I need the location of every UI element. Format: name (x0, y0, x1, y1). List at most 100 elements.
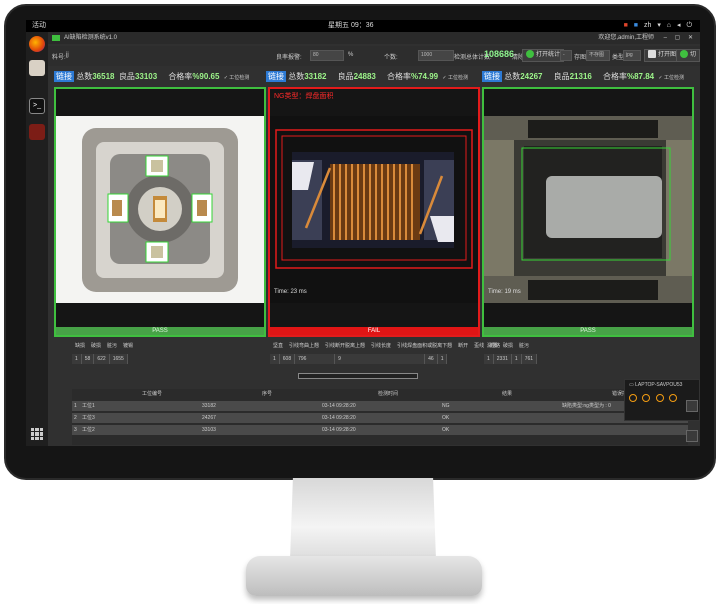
system-tray[interactable]: ■ ■ zh ▾ ⌂ ◂ ⏻ (620, 20, 692, 32)
switch-settings-button[interactable]: 切换设置 (676, 49, 700, 62)
station1-check[interactable]: ✓ 工位检测 (224, 75, 250, 81)
side-share-icon[interactable] (686, 400, 698, 412)
image-type-select[interactable]: jpg (623, 50, 641, 61)
tray-chat-icon[interactable]: ■ (634, 20, 638, 32)
firefox-icon[interactable] (29, 36, 45, 52)
station2-link-tag[interactable]: 链接 (266, 71, 286, 82)
part-value[interactable]: jj (66, 52, 69, 58)
save-image-select[interactable]: 不存图 (586, 50, 610, 61)
station2-check[interactable]: ✓ 工位检测 (442, 75, 468, 81)
station3-camera-view[interactable]: Time: 19 ms (484, 116, 692, 303)
tray-app-icon[interactable]: ■ (624, 20, 628, 32)
table1-header-cell: 缺损 (75, 343, 86, 349)
station2-total: 33182 (304, 72, 327, 81)
table1-cell: 1 (72, 354, 82, 364)
station2-rate: %74.99 (410, 72, 439, 81)
table2-header-cell: 坚直 (273, 343, 284, 349)
rate-unit: % (348, 52, 354, 58)
files-icon[interactable] (29, 60, 45, 76)
clock[interactable]: 星期五 09：36 (328, 20, 374, 32)
tray-lang-arrow[interactable]: ▾ (657, 20, 661, 32)
table1-header: 缺损 破损 脏污 镀锡 (72, 340, 136, 352)
tray-lang[interactable]: zh (644, 20, 651, 32)
recorder-icon[interactable] (29, 124, 45, 140)
horizontal-scrollbar[interactable] (298, 373, 418, 379)
station1-defect-table: 缺损 破损 脏污 镀锡 1 58 622 1655 (72, 340, 262, 370)
log-header-station: 工位编号 (142, 391, 163, 397)
network-icon[interactable]: ⌂ (667, 20, 671, 32)
pointer-icon[interactable] (655, 394, 664, 402)
rate-alarm-label: 良率报警: (276, 55, 302, 61)
station1-good-label: 良品 (118, 72, 135, 81)
table1-header-cell: 破损 (91, 343, 102, 349)
station3-link-tag[interactable]: 链接 (482, 71, 502, 82)
table3-header-cell: 漏镀 (487, 343, 498, 349)
table1-header-cell: 镀锡 (123, 343, 134, 349)
log-header-time: 检测时间 (378, 391, 399, 397)
chat-icon[interactable] (629, 394, 637, 402)
station1-link-tag[interactable]: 链接 (54, 71, 74, 82)
table3-row[interactable]: 1 2331 1 761 (484, 354, 538, 364)
monitor-stand-neck (290, 478, 436, 560)
app-window: AI缺陷检测系统v1.0 欢迎您,admin,工程师 – ▢ ✕ 料号: jj … (48, 32, 700, 446)
log-row[interactable]: 3 工位2 33103 03-14 09:28:20 OK (72, 425, 688, 435)
toolbar: 料号: jj 良率报警: 80 % 个数: 1000 检测总体计数: 10868… (48, 46, 700, 66)
table2-cell: 46 (425, 354, 438, 364)
table1-row[interactable]: 1 58 622 1655 (72, 354, 128, 364)
station1-image (56, 116, 264, 303)
station3-stats: 链接 总数24267 良品21316 合格率%87.84 ✓ 工位检测 (482, 68, 684, 86)
window-controls[interactable]: – ▢ ✕ (664, 32, 696, 44)
stop-icon[interactable] (669, 394, 678, 402)
station2-check-label: 工位检测 (447, 75, 468, 81)
log-row[interactable]: 1 工位1 33182 03-14 09:28:20 NG 缺陷类型:ng类型为… (72, 401, 688, 411)
table3-header: 漏镀 破损 脏污 (484, 340, 532, 352)
log-cell-station: 工位2 (82, 427, 95, 433)
station2-status-bar: FAIL (270, 327, 478, 335)
settings-icon (680, 50, 688, 59)
rate-alarm-input[interactable]: 80 (310, 50, 344, 61)
station2-panel: NG类型：焊盘面积 Time: 23 ms FAIL (268, 87, 480, 337)
volume-icon[interactable]: ◂ (677, 20, 681, 32)
table3-cell: 1 (512, 354, 522, 364)
terminal-icon[interactable]: >_ (29, 98, 45, 114)
table2-header-cell: 引线长度 (371, 343, 392, 349)
part-label: 料号: (52, 55, 66, 61)
table3-cell: 1 (484, 354, 494, 364)
station1-camera-view[interactable] (56, 116, 264, 303)
mode-dropdown[interactable]: - (560, 50, 572, 61)
table2-header-cell: 引线焊盘面积或脱离下翘 (397, 343, 453, 349)
count-input[interactable]: 1000 (418, 50, 454, 61)
table1-cell: 1655 (110, 354, 128, 364)
inspection-log-table: 工位编号 序号 检测时间 结果 错误描述 1 工位1 33182 03-14 0… (72, 389, 688, 445)
stats-icon (526, 50, 534, 59)
activities-button[interactable]: 活动 (32, 20, 46, 32)
table2-header: 坚直 引线弯曲上翘 引线断开脱离上翘 引线长度 引线焊盘面积或脱离下翘 断开 歪线 短路 (270, 340, 503, 352)
computer-icon: ▭ (629, 382, 634, 388)
mic-icon[interactable] (642, 394, 651, 402)
station2-camera-view[interactable]: Time: 23 ms (270, 116, 478, 303)
table2-cell: 9 (335, 354, 426, 364)
table2-header-cell: 断开 (458, 343, 469, 349)
table2-row[interactable]: 1 608 796 9 46 1 (270, 354, 448, 364)
log-cell-seq: 33182 (202, 403, 216, 409)
open-stats-button[interactable]: 打开统计 (522, 49, 565, 62)
table2-cell: 1 (270, 354, 280, 364)
log-cell-seq: 24267 (202, 415, 216, 421)
log-cell-result: NG (442, 403, 450, 409)
station3-rate-label: 合格率 (602, 72, 627, 81)
station2-time: Time: 23 ms (274, 289, 307, 295)
station2-stats: 链接 总数33182 良品24883 合格率%74.99 ✓ 工位检测 (266, 68, 468, 86)
show-apps-icon[interactable] (31, 428, 43, 440)
log-row[interactable]: 2 工位3 24267 03-14 09:28:20 OK (72, 413, 688, 423)
station3-image (484, 116, 692, 303)
table2-header-cell: 引线弯曲上翘 (289, 343, 320, 349)
power-icon[interactable]: ⏻ (686, 20, 692, 32)
log-cell-desc: 缺陷类型:ng类型为 : 0 (562, 403, 611, 409)
station1-rate-label: 合格率 (168, 72, 193, 81)
side-expand-icon[interactable] (686, 430, 698, 442)
log-header-result: 结果 (502, 391, 513, 397)
station3-check[interactable]: ✓ 工位检测 (658, 75, 684, 81)
open-stats-label: 打开统计 (536, 52, 561, 58)
screen: 活动 星期五 09：36 ■ ■ zh ▾ ⌂ ◂ ⏻ >_ AI缺陷检测系统v… (26, 20, 700, 446)
station-stats-row: 链接 总数36518 良品33103 合格率%90.65 ✓ 工位检测 链接 总… (48, 68, 700, 86)
